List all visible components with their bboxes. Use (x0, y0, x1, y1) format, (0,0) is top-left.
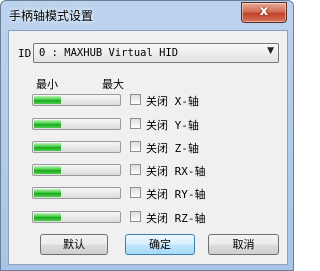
axis-rx-level-fill (34, 166, 61, 174)
disable-ry-axis-checkbox[interactable] (130, 187, 141, 198)
min-column-label: 最小 (36, 78, 58, 91)
dialog-window: 手柄轴模式设置 x ID 0 : MAXHUB Virtual HID ▼ 最小… (0, 0, 294, 271)
default-button[interactable]: 默认 (40, 234, 108, 255)
axis-rz-level-fill (34, 213, 61, 221)
axis-y-level-fill (34, 120, 61, 128)
window-title: 手柄轴模式设置 (9, 9, 94, 23)
disable-ry-axis-label[interactable]: 关闭 RY-轴 (146, 186, 206, 202)
disable-x-axis-label[interactable]: 关闭 X-轴 (146, 93, 199, 109)
disable-rz-axis-label[interactable]: 关闭 RZ-轴 (146, 210, 206, 226)
close-button[interactable]: x (241, 2, 287, 23)
axis-x-level-fill (34, 96, 61, 104)
dropdown-arrow-icon[interactable]: ▼ (267, 46, 274, 56)
disable-y-axis-label[interactable]: 关闭 Y-轴 (146, 117, 199, 133)
device-select-value: 0 : MAXHUB Virtual HID (39, 47, 179, 59)
cancel-button[interactable]: 取消 (208, 234, 279, 255)
disable-rx-axis-checkbox[interactable] (130, 164, 141, 175)
close-icon: x (259, 4, 269, 19)
axis-ry-level-bar (32, 187, 121, 199)
axis-ry-level-fill (34, 189, 61, 197)
axis-z-level-fill (34, 143, 61, 151)
axis-y-level-bar (32, 118, 121, 130)
disable-y-axis-checkbox[interactable] (130, 118, 141, 129)
disable-rz-axis-checkbox[interactable] (130, 211, 141, 222)
axis-rx-level-bar (32, 164, 121, 176)
ok-button[interactable]: 确定 (125, 234, 195, 255)
dialog-body: ID 0 : MAXHUB Virtual HID ▼ 最小 最大 关闭 X-轴… (8, 30, 288, 265)
disable-rx-axis-label[interactable]: 关闭 RX-轴 (146, 163, 206, 179)
axis-x-level-bar (32, 94, 121, 106)
device-select[interactable]: 0 : MAXHUB Virtual HID ▼ (33, 43, 279, 63)
disable-x-axis-checkbox[interactable] (130, 94, 141, 105)
axis-z-level-bar (32, 141, 121, 153)
max-column-label: 最大 (102, 78, 124, 91)
title-bar[interactable]: 手柄轴模式设置 x (1, 1, 293, 29)
disable-z-axis-checkbox[interactable] (130, 141, 141, 152)
axis-rz-level-bar (32, 211, 121, 223)
id-label: ID (18, 47, 32, 60)
disable-z-axis-label[interactable]: 关闭 Z-轴 (146, 140, 199, 156)
